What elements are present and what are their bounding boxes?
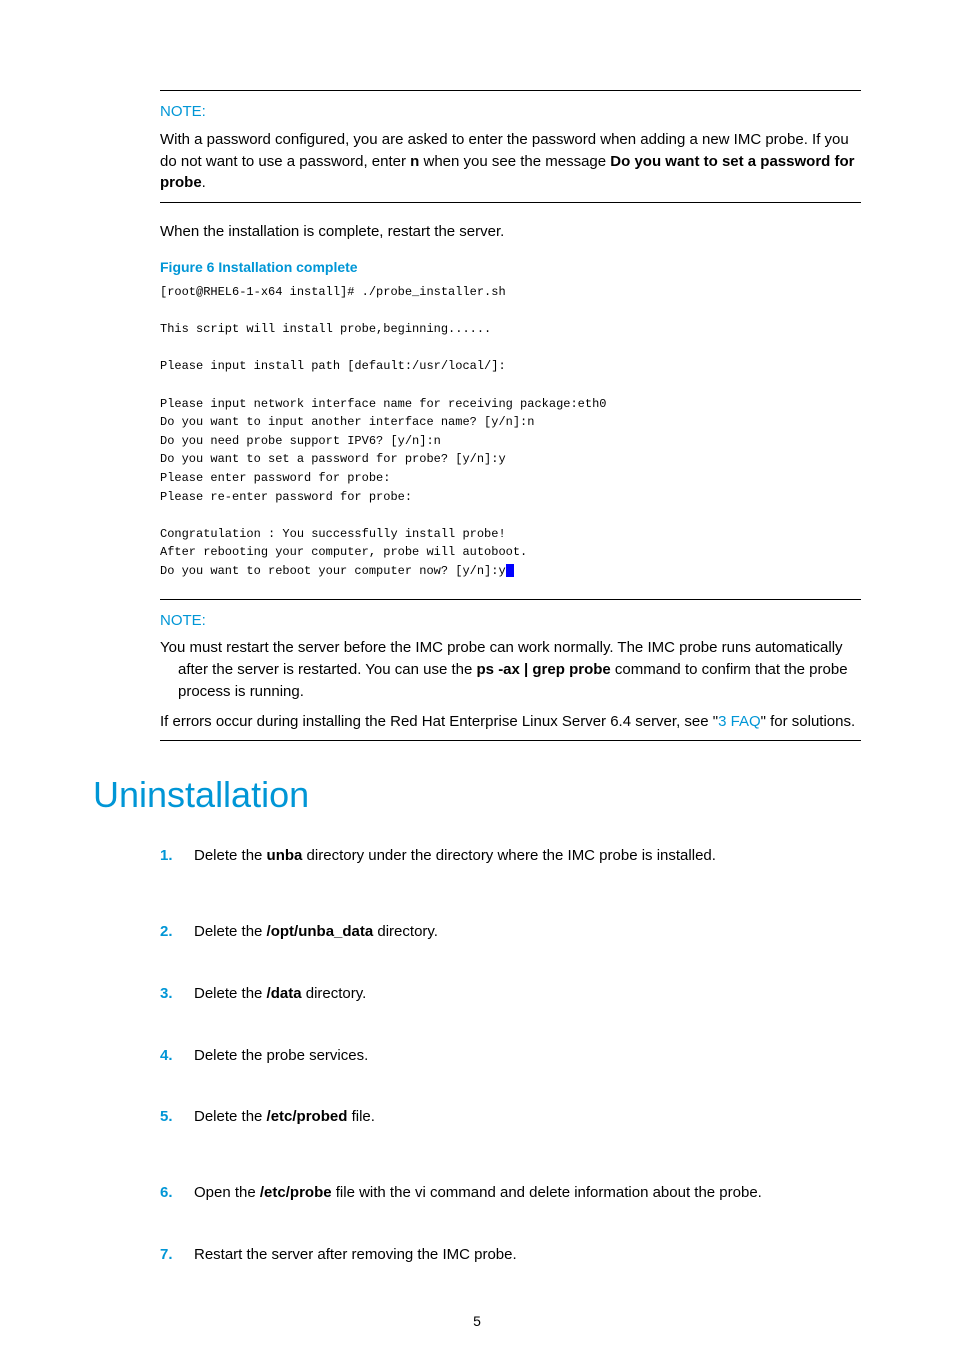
note2-p2-pre: If errors occur during installing the Re… [160, 713, 718, 730]
note1-end: . [202, 174, 206, 191]
step-text: Open the /etc/probe file with the vi com… [194, 1182, 762, 1204]
step-num: 7. [160, 1244, 194, 1266]
step-text: Delete the probe services. [194, 1045, 368, 1067]
step-num: 1. [160, 845, 194, 867]
note2-p1-bold: ps -ax | grep probe [477, 661, 611, 678]
note2-p2-post: " for solutions. [761, 713, 856, 730]
step-6: 6. Open the /etc/probe file with the vi … [160, 1182, 861, 1204]
note-label: NOTE: [160, 101, 861, 123]
uninstallation-heading: Uninstallation [93, 769, 861, 821]
page-number: 5 [0, 1311, 954, 1331]
faq-link[interactable]: 3 FAQ [718, 713, 761, 730]
note2-item1: You must restart the server before the I… [160, 637, 861, 702]
uninstall-steps: 1. Delete the unba directory under the d… [160, 845, 861, 1265]
step-num: 4. [160, 1045, 194, 1067]
step-text: Restart the server after removing the IM… [194, 1244, 517, 1266]
step-num: 2. [160, 921, 194, 943]
step-num: 3. [160, 983, 194, 1005]
step-text: Delete the /data directory. [194, 983, 366, 1005]
terminal-cursor-icon [506, 564, 514, 577]
note-text: With a password configured, you are aske… [160, 129, 861, 194]
step-3: 3. Delete the /data directory. [160, 983, 861, 1005]
step-text: Delete the /opt/unba_data directory. [194, 921, 438, 943]
terminal-output: [root@RHEL6-1-x64 install]# ./probe_inst… [160, 283, 861, 581]
note-block-1: NOTE: With a password configured, you ar… [160, 90, 861, 203]
step-num: 5. [160, 1106, 194, 1128]
terminal-text: [root@RHEL6-1-x64 install]# ./probe_inst… [160, 285, 606, 578]
note2-item2: If errors occur during installing the Re… [160, 711, 861, 733]
body-restart-text: When the installation is complete, resta… [160, 221, 861, 243]
figure-caption: Figure 6 Installation complete [160, 257, 861, 277]
note-block-2: NOTE: You must restart the server before… [160, 599, 861, 742]
step-1: 1. Delete the unba directory under the d… [160, 845, 861, 867]
step-text: Delete the unba directory under the dire… [194, 845, 716, 867]
step-4: 4. Delete the probe services. [160, 1045, 861, 1067]
step-num: 6. [160, 1182, 194, 1204]
step-5: 5. Delete the /etc/probed file. [160, 1106, 861, 1128]
note1-bold1: n [410, 153, 419, 170]
step-2: 2. Delete the /opt/unba_data directory. [160, 921, 861, 943]
note1-mid: when you see the message [419, 153, 610, 170]
step-7: 7. Restart the server after removing the… [160, 1244, 861, 1266]
step-text: Delete the /etc/probed file. [194, 1106, 375, 1128]
note-label-2: NOTE: [160, 610, 861, 632]
